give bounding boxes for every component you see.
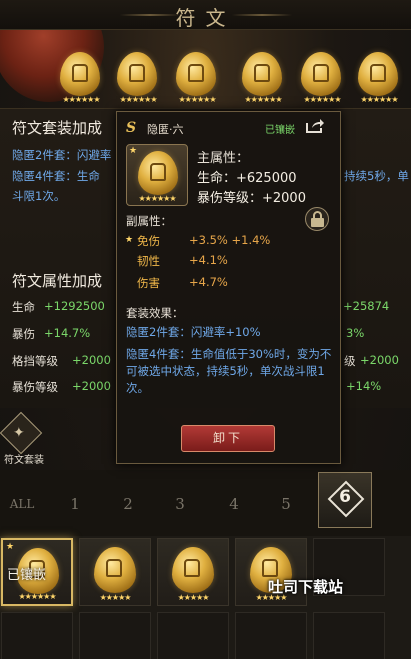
rune-stars: ★★★★★★ [62, 95, 100, 104]
equip-status: 已镶嵌 [265, 125, 295, 136]
set-bonus-2: 隐匿2件套：闪避率 [12, 148, 112, 162]
lock-icon[interactable] [305, 207, 329, 231]
attr-value: +2000 [72, 353, 111, 367]
rune-icon [60, 52, 100, 96]
set-effect-4: 隐匿4件套：生命值低于30%时，变为不可被选中状态，持续5秒，单次战斗限1次。 [126, 347, 332, 395]
rune-icon [94, 547, 136, 593]
tab-6[interactable]: 6 [318, 472, 372, 528]
inventory-empty-slot[interactable] [1, 612, 73, 659]
share-icon[interactable] [305, 118, 325, 134]
header-ornament-right [232, 14, 292, 16]
unequip-button[interactable]: 卸下 [181, 425, 275, 452]
main-attr-2: 暴伤等级：+2000 [197, 191, 306, 206]
set-bonus-title: 符文套装加成 [12, 119, 103, 137]
set-effect-title: 套装效果： [126, 306, 184, 320]
rune-stars: ★★★★★★ [360, 95, 398, 104]
inventory-empty-slot[interactable] [313, 612, 385, 659]
sub-attr-name: 免伤 [137, 234, 160, 248]
inventory-empty-slot[interactable] [235, 612, 307, 659]
rune-stars: ★★★★★★ [18, 592, 56, 601]
watermark: 吐司下载站 [268, 578, 344, 596]
equipped-rune-slot-6[interactable]: ★★★★★★ [352, 50, 406, 104]
tab-3[interactable]: 3 [160, 484, 200, 524]
rune-icon [301, 52, 341, 96]
sub-attr-value: +3.5% +1.4% [189, 233, 271, 247]
rune-stars: ★★★★★★ [303, 95, 341, 104]
attr-value-right: +25874 [343, 299, 390, 313]
sub-attr-star-icon: ★ [125, 235, 134, 245]
star-badge-icon: ★ [129, 146, 138, 156]
rune-icon [176, 52, 216, 96]
inventory-empty-slot[interactable] [79, 612, 151, 659]
set-bonus-4-right: 持续5秒，单 [344, 169, 409, 183]
embedded-label: 已镶嵌 [7, 568, 47, 583]
inventory-empty-slot[interactable] [157, 612, 229, 659]
main-attr-1: 生命：+625000 [197, 171, 297, 186]
page-title: 符文 [175, 6, 236, 30]
attr-name: 暴伤 [12, 327, 35, 341]
rune-detail-icon: ★ ★★★★★★ [126, 144, 188, 206]
rune-set-label: 符文套装 [4, 455, 44, 466]
sub-attr-name: 韧性 [137, 254, 160, 268]
rune-set-logo: S [126, 120, 137, 136]
set-bonus-4: 隐匿4件套：生命 [12, 169, 100, 183]
attr-name: 格挡等级 [12, 354, 58, 368]
attr-value-right: +14% [346, 379, 382, 393]
rune-icon [117, 52, 157, 96]
set-effect-2: 隐匿2件套：闪避率+10% [126, 325, 261, 339]
inventory-rune-1[interactable]: ★ 已镶嵌 ★★★★★★ [1, 538, 73, 606]
attr-value-right: 3% [346, 326, 365, 340]
rune-stars: ★★★★★★ [138, 194, 176, 203]
attr-label-right: 级 [344, 354, 356, 368]
rune-detail-popup: S 隐匿·六 已镶嵌 ★ ★★★★★★ 主属性： 生命：+625000 暴伤等级… [116, 111, 341, 464]
tab-1[interactable]: 1 [55, 484, 95, 524]
rune-stars: ★★★★★★ [244, 95, 282, 104]
sub-attr-title: 副属性： [126, 214, 172, 228]
star-badge-icon: ★ [6, 542, 15, 552]
tab-6-label: 6 [339, 487, 351, 507]
attribute-bonus-title: 符文属性加成 [12, 272, 103, 290]
tab-2[interactable]: 2 [108, 484, 148, 524]
tab-4[interactable]: 4 [214, 484, 254, 524]
inventory-rune-2[interactable]: ★★★★★ [79, 538, 151, 606]
rune-stars: ★★★★★★ [178, 95, 216, 104]
rune-set-icon: ✦ [13, 425, 25, 441]
equipped-rune-slot-3[interactable]: ★★★★★★ [170, 50, 224, 104]
sub-attr-name: 伤害 [137, 276, 160, 290]
header-bar: 符文 [0, 0, 411, 30]
equipped-rune-slot-5[interactable]: ★★★★★★ [295, 50, 349, 104]
set-bonus-4-cont: 斗限1次。 [12, 189, 66, 203]
inventory-rune-3[interactable]: ★★★★★ [157, 538, 229, 606]
attr-value-right: +2000 [360, 353, 399, 367]
rune-icon [138, 151, 178, 195]
rune-icon [172, 547, 214, 593]
rune-icon [242, 52, 282, 96]
attr-value: +1292500 [44, 299, 105, 313]
attr-name: 生命 [12, 300, 35, 314]
rune-stars: ★★★★★★ [119, 95, 157, 104]
rune-stars: ★★★★★ [99, 593, 132, 602]
sub-attr-value: +4.1% [189, 253, 228, 267]
main-attr-title: 主属性： [197, 151, 250, 166]
rune-inventory: ★ 已镶嵌 ★★★★★★ ★★★★★ ★★★★★ ★★★★★ [0, 536, 411, 659]
equipped-rune-slot-2[interactable]: ★★★★★★ [111, 50, 165, 104]
equipped-rune-slot-4[interactable]: ★★★★★★ [236, 50, 290, 104]
equipped-rune-slot-1[interactable]: ★★★★★★ [54, 50, 108, 104]
tab-5[interactable]: 5 [266, 484, 306, 524]
rune-name: 隐匿·六 [147, 123, 184, 136]
tab-all[interactable]: ALL [2, 484, 42, 524]
rune-stars: ★★★★★ [177, 593, 210, 602]
rune-icon [358, 52, 398, 96]
attr-name: 暴伤等级 [12, 380, 58, 394]
attr-value: +2000 [72, 379, 111, 393]
sub-attr-value: +4.7% [189, 275, 228, 289]
attr-value: +14.7% [44, 326, 91, 340]
